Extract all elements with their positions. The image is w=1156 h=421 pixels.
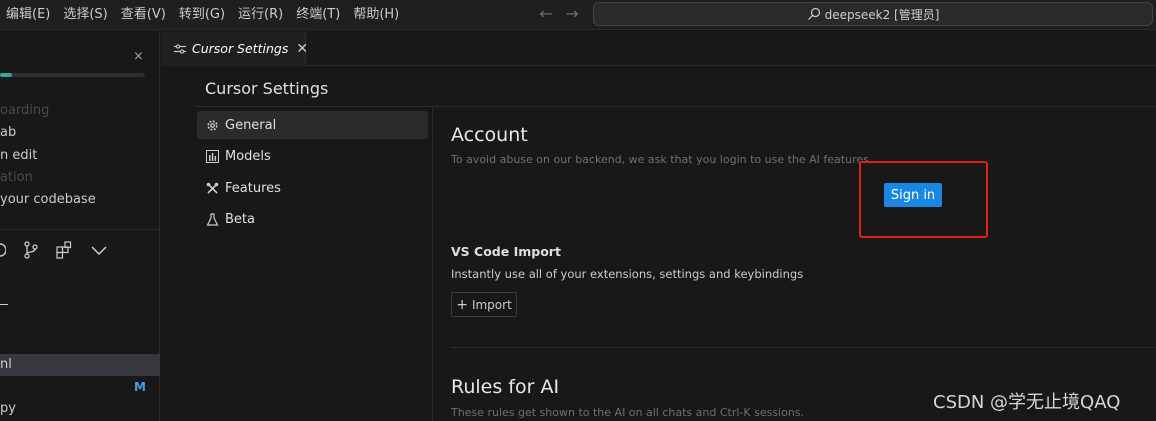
account-title: Account [451,124,528,146]
close-icon[interactable]: × [133,49,144,64]
nav-item-features[interactable]: Features [197,174,428,202]
menu-run[interactable]: 运行(R) [232,0,290,30]
nav-item-general[interactable]: General [197,111,428,139]
onboarding-progress [0,73,145,77]
vscode-import-description: Instantly use all of your extensions, se… [451,267,804,281]
menu-view[interactable]: 查看(V) [115,0,173,30]
flask-icon [205,212,219,226]
account-description: To avoid abuse on our backend, we ask th… [451,153,873,166]
nav-label-models: Models [225,148,271,164]
file-row-py[interactable]: py [0,401,16,416]
sidebar: × oarding ab n edit ation your codebase [0,31,160,421]
menu-help[interactable]: 帮助(H) [347,0,406,30]
editor-tab-bar: Cursor Settings ✕ [161,31,1156,66]
extensions-icon[interactable] [56,241,74,259]
nav-label-beta: Beta [225,211,255,227]
nav-divider [432,107,433,421]
sidebar-divider [0,229,160,230]
title-bar: 编辑(E) 选择(S) 查看(V) 转到(G) 运行(R) 终端(T) 帮助(H… [0,0,1156,30]
settings-sliders-icon [174,39,186,58]
menu-go[interactable]: 转到(G) [173,0,232,30]
menu-bar: 编辑(E) 选择(S) 查看(V) 转到(G) 运行(R) 终端(T) 帮助(H… [0,0,406,30]
nav-label-features: Features [225,180,281,196]
header-divider [193,106,1156,107]
menu-selection[interactable]: 选择(S) [57,0,114,30]
watermark-text: CSDN @学无止境QAQ [933,392,1121,413]
onboarding-label: oarding [0,103,50,118]
bar-chart-icon [205,149,219,163]
forward-arrow-icon[interactable]: → [563,5,581,23]
branch-icon[interactable] [22,241,40,259]
modified-badge: M [134,380,146,394]
tab-close-icon[interactable]: ✕ [296,41,308,57]
nav-item-models[interactable]: Models [197,142,428,170]
annotation-highlight-box [859,161,988,238]
menu-terminal[interactable]: 终端(T) [290,0,347,30]
menu-edit[interactable]: 编辑(E) [0,0,57,30]
page-title: Cursor Settings [205,79,329,98]
tab-cursor-settings[interactable]: Cursor Settings ✕ [161,31,308,66]
chevron-down-icon[interactable] [90,241,108,259]
section-divider [451,347,1156,348]
sidebar-toolbar [0,238,124,262]
plus-icon: + [456,296,468,313]
sidebar-line-section: ation [0,170,33,185]
file-row-selected[interactable]: nl [0,354,160,376]
sidebar-line-edit[interactable]: n edit [0,148,37,163]
onboarding-progress-fill [0,73,12,77]
sidebar-collapse-dash [0,304,8,305]
nav-label-general: General [225,117,277,133]
tab-label: Cursor Settings [192,41,289,56]
source-control-icon[interactable] [0,241,6,259]
vscode-import-title: VS Code Import [451,244,561,259]
import-button[interactable]: + Import [451,292,517,317]
back-arrow-icon[interactable]: ← [537,5,555,23]
sidebar-line-codebase[interactable]: your codebase [0,192,96,207]
rules-title: Rules for AI [451,376,560,398]
file-row-name: nl [0,357,12,372]
sidebar-line-tab[interactable]: ab [0,125,16,140]
command-center[interactable]: deepseek2 [管理员] [593,2,1153,26]
command-center-label: deepseek2 [管理员] [824,7,940,22]
import-button-label: Import [471,297,512,312]
tools-icon [205,181,219,195]
rules-description: These rules get shown to the AI on all c… [451,406,805,419]
gear-icon [205,118,219,132]
search-icon [807,7,820,20]
nav-item-beta[interactable]: Beta [197,205,428,233]
